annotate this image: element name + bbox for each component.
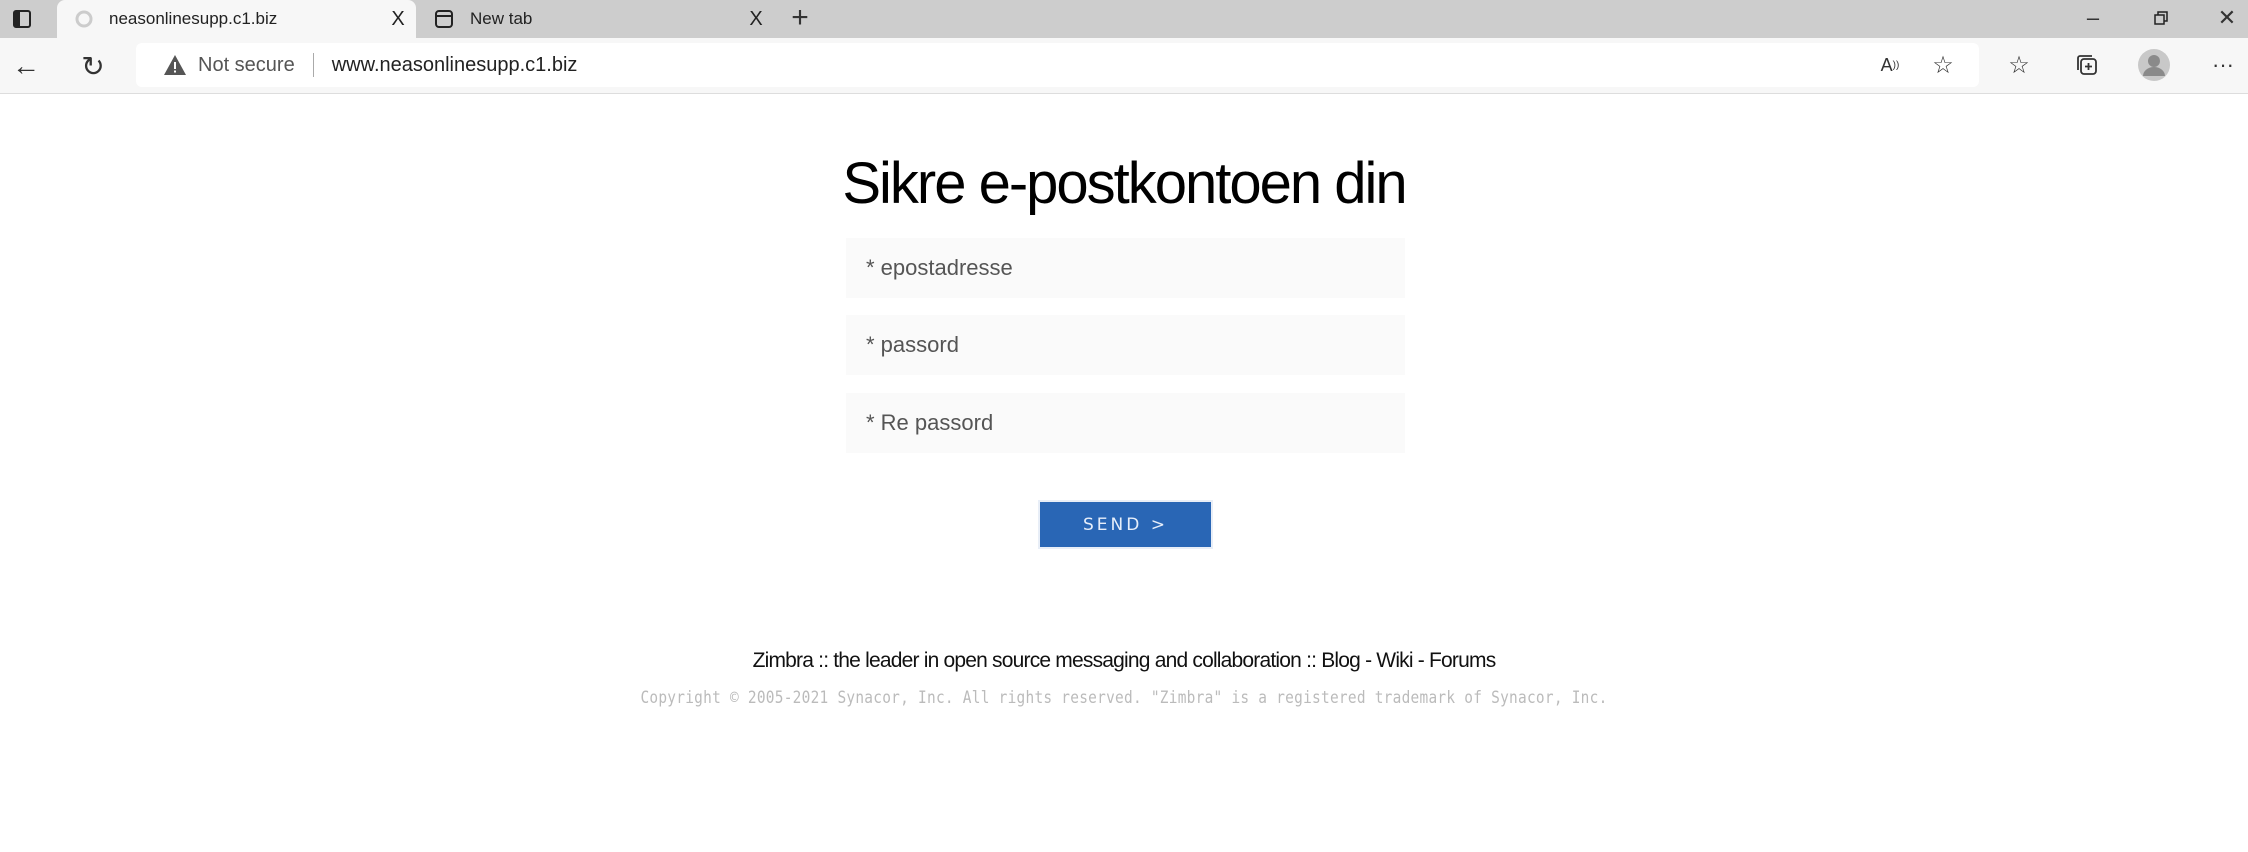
read-aloud-icon[interactable]: A))	[1876, 51, 1904, 79]
favorites-icon[interactable]: ☆	[2004, 50, 2034, 80]
close-icon[interactable]: ✕	[2214, 4, 2240, 32]
footer-tagline: Zimbra :: the leader in open source mess…	[0, 649, 2248, 673]
more-icon[interactable]: ···	[2208, 50, 2238, 80]
page-title: Sikre e-postkontoen din	[842, 151, 1407, 216]
restore-icon[interactable]	[2148, 4, 2174, 32]
tab-actions-icon[interactable]	[8, 6, 36, 32]
tab-label: New tab	[470, 9, 533, 28]
new-tab-button[interactable]: +	[785, 0, 815, 36]
favicon-loading-icon	[75, 10, 93, 28]
close-tab-icon[interactable]: X	[738, 8, 774, 31]
security-label[interactable]: Not secure	[198, 54, 295, 77]
separator: -	[1412, 649, 1430, 672]
blog-link[interactable]: Blog	[1321, 649, 1361, 672]
close-tab-icon[interactable]: X	[380, 8, 416, 31]
divider	[312, 53, 314, 77]
tab-new-tab[interactable]: New tab X	[416, 0, 774, 38]
add-favorite-icon[interactable]: ☆	[1929, 51, 1957, 79]
back-icon[interactable]: ←	[10, 50, 42, 82]
address-bar[interactable]: Not secure www.neasonlinesupp.c1.biz A))…	[136, 43, 1979, 87]
confirm-password-field[interactable]	[846, 393, 1405, 453]
toolbar: ← ↻ Not secure www.neasonlinesupp.c1.biz…	[0, 38, 2248, 94]
warning-icon	[162, 54, 188, 76]
tab-label: neasonlinesupp.c1.biz	[109, 9, 278, 28]
forums-link[interactable]: Forums	[1429, 649, 1496, 672]
url-text[interactable]: www.neasonlinesupp.c1.biz	[332, 54, 578, 77]
tab-active[interactable]: neasonlinesupp.c1.biz X	[57, 0, 416, 38]
new-tab-page-icon	[434, 9, 454, 29]
minimize-icon[interactable]: –	[2080, 4, 2106, 32]
separator: -	[1360, 649, 1377, 672]
collections-icon[interactable]	[2072, 50, 2102, 80]
wiki-link[interactable]: Wiki	[1376, 649, 1413, 672]
profile-icon[interactable]	[2138, 49, 2170, 81]
email-field[interactable]	[846, 238, 1405, 298]
copyright-text: Copyright © 2005-2021 Synacor, Inc. All …	[640, 688, 1608, 708]
tagline-text: Zimbra :: the leader in open source mess…	[752, 649, 1322, 672]
reload-icon[interactable]: ↻	[77, 50, 109, 82]
password-field[interactable]	[846, 315, 1405, 375]
send-button[interactable]: SEND >	[1038, 500, 1213, 549]
tab-strip: neasonlinesupp.c1.biz X New tab X + – ✕	[0, 0, 2248, 38]
